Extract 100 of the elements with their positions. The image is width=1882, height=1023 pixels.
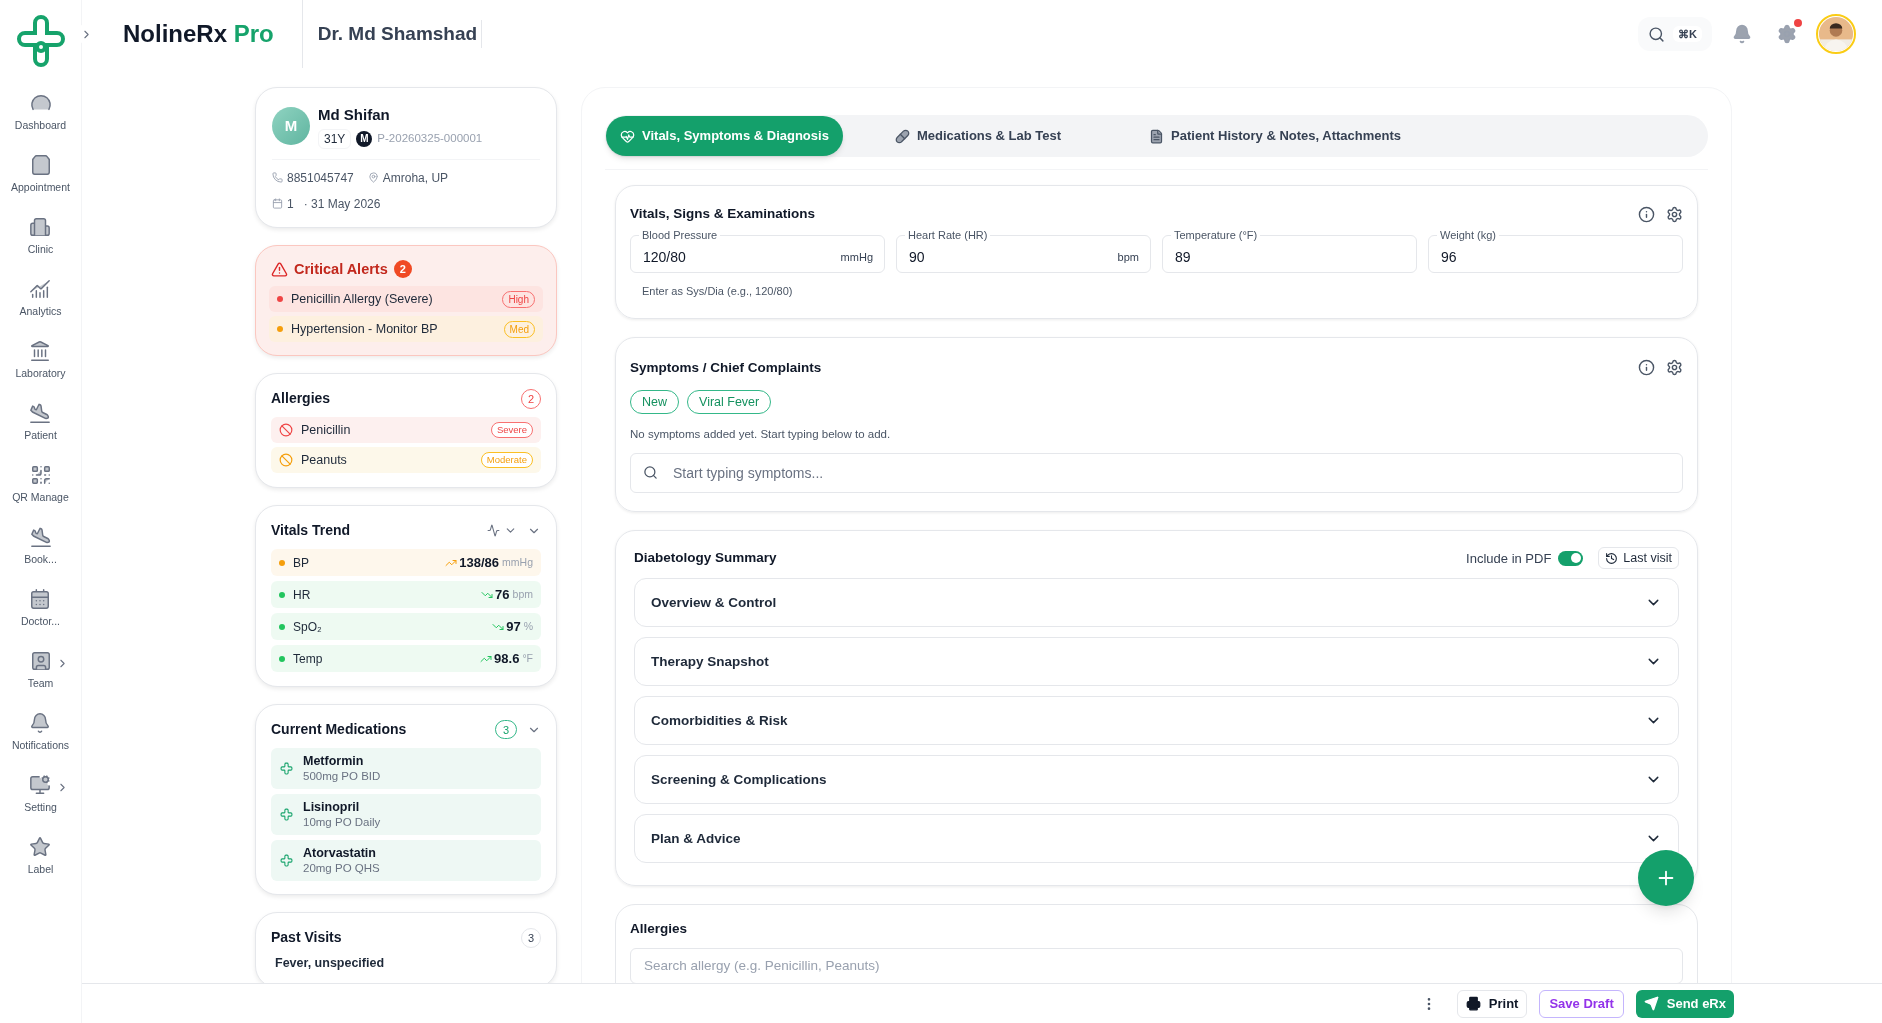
bank-icon bbox=[29, 340, 52, 363]
pill-icon bbox=[894, 128, 910, 144]
star-icon bbox=[29, 836, 52, 859]
medication-dose: 500mg PO BID bbox=[303, 768, 381, 784]
vital-value: 98.6 bbox=[494, 650, 520, 668]
heart-icon bbox=[620, 128, 635, 144]
allergy-name: Peanuts bbox=[301, 451, 348, 469]
chart-icon bbox=[487, 524, 500, 538]
vital-label: BP bbox=[293, 554, 310, 572]
settings-icon[interactable] bbox=[1666, 359, 1683, 377]
vital-value: 97 bbox=[506, 618, 521, 636]
medicine-icon bbox=[280, 762, 293, 776]
sidebar-item[interactable]: QR Manage bbox=[12, 464, 69, 506]
save-draft-button[interactable]: Save Draft bbox=[1539, 989, 1624, 1018]
vital-unit: mmHg bbox=[502, 554, 533, 570]
vital-label: SpO₂ bbox=[293, 618, 323, 636]
card-title: Past Visits bbox=[271, 928, 343, 948]
allergy-name: Penicillin bbox=[301, 421, 352, 439]
print-button[interactable]: Print bbox=[1456, 989, 1528, 1018]
toggle-label: Include in PDF bbox=[1466, 549, 1552, 568]
patient-id: P-20260325-000001 bbox=[377, 130, 483, 146]
brand-title: NolineRx Pro bbox=[123, 19, 274, 49]
accordion-item[interactable]: Overview & Control bbox=[634, 578, 1679, 628]
section-title: Vitals, Signs & Examinations bbox=[630, 205, 817, 223]
search-icon bbox=[1648, 25, 1666, 43]
unit-label: mmHg bbox=[840, 250, 873, 266]
visit-count: 1 bbox=[287, 195, 294, 213]
count-badge: 2 bbox=[393, 260, 412, 279]
search-button[interactable]: ⌘K bbox=[1638, 17, 1712, 51]
hospital-icon bbox=[29, 216, 52, 239]
sidebar-item[interactable]: Clinic bbox=[27, 216, 54, 258]
accordion-item[interactable]: Plan & Advice bbox=[634, 814, 1679, 864]
card-title: Vitals Trend bbox=[271, 521, 352, 541]
calendar-icon bbox=[272, 198, 283, 209]
medication-name: Lisinopril bbox=[303, 799, 361, 815]
search-field[interactable]: Start typing symptoms... bbox=[630, 453, 1683, 494]
info-icon[interactable] bbox=[1638, 205, 1655, 223]
plane-icon bbox=[29, 526, 52, 549]
severity-tag: Moderate bbox=[480, 452, 533, 469]
sidebar-item[interactable]: Dashboard bbox=[14, 92, 67, 134]
qr-code-icon bbox=[29, 464, 52, 487]
card-title: Current Medications bbox=[271, 720, 408, 740]
vital-unit: °F bbox=[522, 650, 533, 666]
info-icon[interactable] bbox=[1638, 359, 1655, 377]
accordion-item[interactable]: Screening & Complications bbox=[634, 755, 1679, 805]
history-icon bbox=[1605, 551, 1619, 565]
bag-icon bbox=[29, 154, 52, 177]
medication-dose: 20mg PO QHS bbox=[303, 860, 380, 876]
plane-icon bbox=[29, 402, 52, 425]
visit-diagnosis[interactable]: Fever, unspecified bbox=[271, 954, 541, 973]
sidebar-item[interactable]: Appointment bbox=[11, 154, 70, 196]
notifications-button[interactable] bbox=[1732, 24, 1752, 44]
sidebar-item[interactable]: Setting bbox=[24, 774, 57, 816]
calendar-icon bbox=[29, 588, 52, 611]
bell-icon bbox=[1732, 24, 1752, 44]
ban-icon bbox=[279, 423, 293, 438]
sidebar-item[interactable]: Laboratory bbox=[15, 340, 66, 382]
sidebar-item[interactable]: Team bbox=[27, 650, 54, 692]
unit-label: bpm bbox=[1117, 250, 1139, 266]
settings-icon[interactable] bbox=[1666, 205, 1683, 223]
send-icon bbox=[1643, 996, 1659, 1011]
location: Amroha, UP bbox=[382, 169, 449, 187]
sidebar-item[interactable]: Analytics bbox=[19, 278, 62, 320]
location-icon bbox=[367, 172, 379, 183]
phone-number: 8851045747 bbox=[287, 169, 354, 187]
accordion-item[interactable]: Comorbidities & Risk bbox=[634, 696, 1679, 746]
tab[interactable]: Patient History & Notes, Attachments bbox=[1113, 116, 1438, 156]
sidebar-item[interactable]: Patient bbox=[24, 402, 57, 444]
medication-dose: 10mg PO Daily bbox=[303, 814, 381, 830]
medication-name: Atorvastatin bbox=[303, 845, 377, 861]
vital-unit: % bbox=[523, 618, 533, 634]
accordion-item[interactable]: Therapy Snapshot bbox=[634, 637, 1679, 687]
tab[interactable]: Medications & Lab Test bbox=[858, 116, 1098, 156]
alert-text: Penicillin Allergy (Severe) bbox=[291, 290, 434, 308]
vital-value: 138/86 bbox=[459, 554, 500, 572]
medicine-icon bbox=[280, 854, 293, 868]
sidebar-item[interactable]: Notifications bbox=[11, 712, 70, 754]
medication-name: Metformin bbox=[303, 753, 365, 769]
visit-date: · 31 May 2026 bbox=[303, 195, 381, 213]
field-label: Heart Rate (HR) bbox=[905, 228, 991, 243]
sidebar-item[interactable]: Book... bbox=[24, 526, 57, 568]
vital-value: 76 bbox=[495, 586, 510, 604]
chart-icon bbox=[29, 278, 52, 301]
bell-icon bbox=[29, 712, 52, 735]
toggle-switch[interactable] bbox=[1558, 550, 1584, 566]
hint-text: Enter as Sys/Dia (e.g., 120/80) bbox=[642, 284, 794, 300]
patient-name: Md Shifan bbox=[318, 105, 391, 125]
field-label: Weight (kg) bbox=[1437, 228, 1500, 243]
chart-menu-button[interactable] bbox=[487, 524, 517, 538]
avatar: M bbox=[272, 107, 310, 146]
user-icon bbox=[29, 650, 52, 673]
severity-tag: Severe bbox=[490, 422, 533, 439]
vital-unit: bpm bbox=[512, 586, 533, 602]
last-visit-button[interactable]: Last visit bbox=[1598, 547, 1679, 570]
search-icon bbox=[643, 465, 658, 481]
printer-icon bbox=[1465, 996, 1481, 1011]
shortcut-key: ⌘K bbox=[1673, 25, 1702, 43]
sidebar-item[interactable]: Doctor... bbox=[20, 588, 61, 630]
sidebar-item[interactable]: Label bbox=[27, 836, 54, 878]
empty-text: No symptoms added yet. Start typing below to add. bbox=[630, 427, 892, 442]
